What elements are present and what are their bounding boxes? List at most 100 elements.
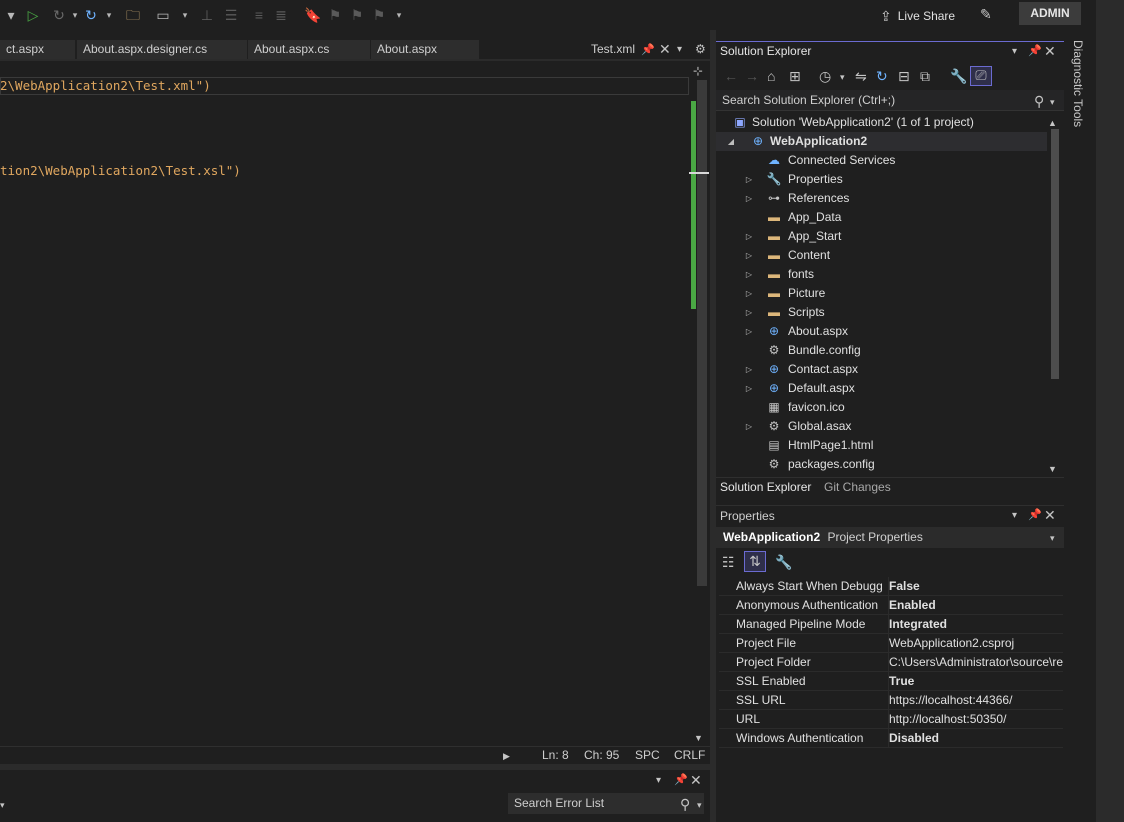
split-editor-icon[interactable]: ⊹ — [693, 63, 703, 79]
tree-item[interactable]: ▷ ▬ Scripts — [716, 303, 1048, 322]
property-value[interactable]: C:\Users\Administrator\source\repos — [888, 653, 1063, 672]
tab-contact-aspx[interactable]: ct.aspx — [0, 40, 75, 59]
feedback-icon[interactable]: ✎ — [980, 6, 992, 22]
search-icon[interactable]: ⚲ — [1034, 93, 1044, 109]
close-icon[interactable]: ✕ — [690, 772, 702, 788]
chevron-down-icon[interactable]: ▾ — [1012, 44, 1017, 60]
previous-bookmark-icon[interactable]: ⚑ — [326, 6, 344, 24]
property-value[interactable]: Disabled — [888, 729, 1063, 748]
align-icon[interactable]: ⊥ — [198, 6, 216, 24]
chevron-down-icon[interactable]: ▾ — [0, 797, 5, 813]
forward-icon[interactable]: → — [745, 68, 759, 84]
tab-test-xml[interactable]: Test.xml — [585, 40, 639, 59]
categorized-icon[interactable]: ☷ — [722, 554, 735, 570]
property-value[interactable]: True — [888, 672, 1063, 691]
alphabetical-icon[interactable]: ⇅ — [744, 551, 766, 572]
close-icon[interactable]: ✕ — [1044, 43, 1056, 59]
expand-arrow-icon[interactable]: ▷ — [744, 303, 754, 322]
expand-arrow-icon[interactable]: ▷ — [744, 379, 754, 398]
bookmark-icon[interactable]: 🔖 — [304, 6, 322, 24]
property-value[interactable]: Enabled — [888, 596, 1063, 615]
tree-item[interactable]: ▷ ▬ Picture — [716, 284, 1048, 303]
back-icon[interactable]: ← — [724, 68, 738, 84]
chevron-down-icon[interactable]: ▾ — [1012, 508, 1017, 524]
clear-bookmarks-icon[interactable]: ⚑ — [370, 6, 388, 24]
tree-item[interactable]: ▷ ▬ App_Start — [716, 227, 1048, 246]
tree-item[interactable]: ▬ App_Data — [716, 208, 1048, 227]
diagnostic-tools-tab[interactable]: Diagnostic Tools — [1069, 40, 1085, 140]
property-row[interactable]: SSL Enabled True — [719, 672, 1063, 691]
indent-icon[interactable]: ≣ — [272, 6, 290, 24]
tree-item[interactable]: ▦ favicon.ico — [716, 398, 1048, 417]
gear-icon[interactable]: ⚙ — [695, 41, 706, 57]
expand-arrow-icon[interactable]: ▷ — [744, 170, 754, 189]
property-value[interactable]: False — [888, 577, 1063, 596]
sync-icon[interactable]: ⇋ — [855, 68, 867, 84]
expand-arrow-icon[interactable]: ▷ — [744, 284, 754, 303]
chevron-down-icon[interactable]: ▾ — [677, 42, 682, 58]
wrench-icon[interactable]: 🔧 — [950, 68, 967, 84]
chevron-down-icon[interactable]: ▾ — [390, 6, 408, 24]
property-row[interactable]: Anonymous Authentication Enabled — [719, 596, 1063, 615]
refresh-icon[interactable]: ↻ — [876, 68, 888, 84]
next-bookmark-icon[interactable]: ⚑ — [348, 6, 366, 24]
tree-item[interactable]: ▷ 🔧 Properties — [716, 170, 1048, 189]
expand-arrow-icon[interactable]: ▷ — [744, 246, 754, 265]
char-indicator[interactable]: Ch: 95 — [584, 748, 619, 762]
tree-item[interactable]: ▷ ⊶ References — [716, 189, 1048, 208]
scroll-down-icon[interactable]: ▼ — [694, 730, 703, 746]
chevron-down-icon[interactable]: ▾ — [697, 797, 702, 813]
open-folder-icon[interactable]: 🗀 — [124, 6, 142, 24]
outdent-icon[interactable]: ≡ — [250, 6, 268, 24]
tree-item[interactable]: ☁ Connected Services — [716, 151, 1048, 170]
search-icon[interactable]: ⚲ — [680, 796, 690, 812]
tree-item[interactable]: ▷ ⊕ Default.aspx — [716, 379, 1048, 398]
tab-about-cs[interactable]: About.aspx.cs — [248, 40, 370, 59]
error-list-search[interactable]: Search Error List — [508, 793, 704, 814]
tree-item[interactable]: ▷ ⊕ About.aspx — [716, 322, 1048, 341]
preview-selected-icon[interactable]: ⎚ — [970, 66, 992, 86]
tab-about-aspx[interactable]: About.aspx — [371, 40, 479, 59]
expand-arrow-icon[interactable]: ▷ — [744, 322, 754, 341]
home-icon[interactable]: ⌂ — [767, 68, 775, 84]
chevron-down-icon[interactable]: ▾ — [840, 69, 845, 85]
window-layout-icon[interactable]: ▭ — [154, 6, 172, 24]
property-row[interactable]: Always Start When Debugging False — [719, 577, 1063, 596]
line-indicator[interactable]: Ln: 8 — [542, 748, 569, 762]
close-icon[interactable]: ✕ — [659, 41, 671, 57]
tab-solution-explorer[interactable]: Solution Explorer — [720, 480, 811, 494]
tree-item[interactable]: ⚙ Bundle.config — [716, 341, 1048, 360]
property-value[interactable]: https://localhost:44366/ — [888, 691, 1063, 710]
chevron-down-icon[interactable]: ▾ — [100, 6, 118, 24]
switch-views-icon[interactable]: ⊞ — [789, 68, 801, 84]
expand-arrow-icon[interactable]: ▷ — [744, 417, 754, 436]
tab-about-designer[interactable]: About.aspx.designer.cs — [77, 40, 247, 59]
tree-item[interactable]: ▤ HtmlPage1.html — [716, 436, 1048, 455]
chevron-down-icon[interactable]: ▾ — [2, 6, 20, 24]
properties-object-selector[interactable]: WebApplication2 Project Properties ▾ — [716, 527, 1064, 548]
property-value[interactable]: WebApplication2.csproj — [888, 634, 1063, 653]
code-line[interactable]: tion2\WebApplication2\Test.xsl") — [0, 163, 241, 178]
chevron-down-icon[interactable]: ▾ — [1050, 94, 1055, 110]
pin-icon[interactable]: 📌 — [1028, 507, 1042, 523]
scrollbar-thumb[interactable] — [697, 80, 707, 586]
tree-project-node[interactable]: ◢ ⊕ WebApplication2 — [716, 132, 1048, 151]
pin-icon[interactable]: 📌 — [641, 42, 655, 58]
expand-arrow-icon[interactable]: ▷ — [744, 189, 754, 208]
solution-explorer-search[interactable]: Search Solution Explorer (Ctrl+;) — [716, 90, 1064, 111]
close-icon[interactable]: ✕ — [1044, 507, 1056, 523]
tree-item[interactable]: ▷ ▬ fonts — [716, 265, 1048, 284]
expanded-arrow-icon[interactable]: ◢ — [726, 132, 736, 151]
property-row[interactable]: SSL URL https://localhost:44366/ — [719, 691, 1063, 710]
expand-arrow-icon[interactable]: ▷ — [744, 265, 754, 284]
chevron-down-icon[interactable]: ▾ — [176, 6, 194, 24]
live-share-button[interactable]: ⇪ Live Share — [880, 5, 955, 27]
tree-solution-node[interactable]: ▣ Solution 'WebApplication2' (1 of 1 pro… — [716, 113, 1048, 132]
format-icon[interactable]: ☰ — [222, 6, 240, 24]
scroll-right-icon[interactable]: ▶ — [503, 748, 510, 764]
pending-changes-icon[interactable]: ◷ — [819, 68, 831, 84]
property-row[interactable]: URL http://localhost:50350/ — [719, 710, 1063, 729]
tree-item[interactable]: ⚙ packages.config — [716, 455, 1048, 474]
expand-arrow-icon[interactable]: ▷ — [744, 360, 754, 379]
pin-icon[interactable]: 📌 — [674, 772, 688, 788]
